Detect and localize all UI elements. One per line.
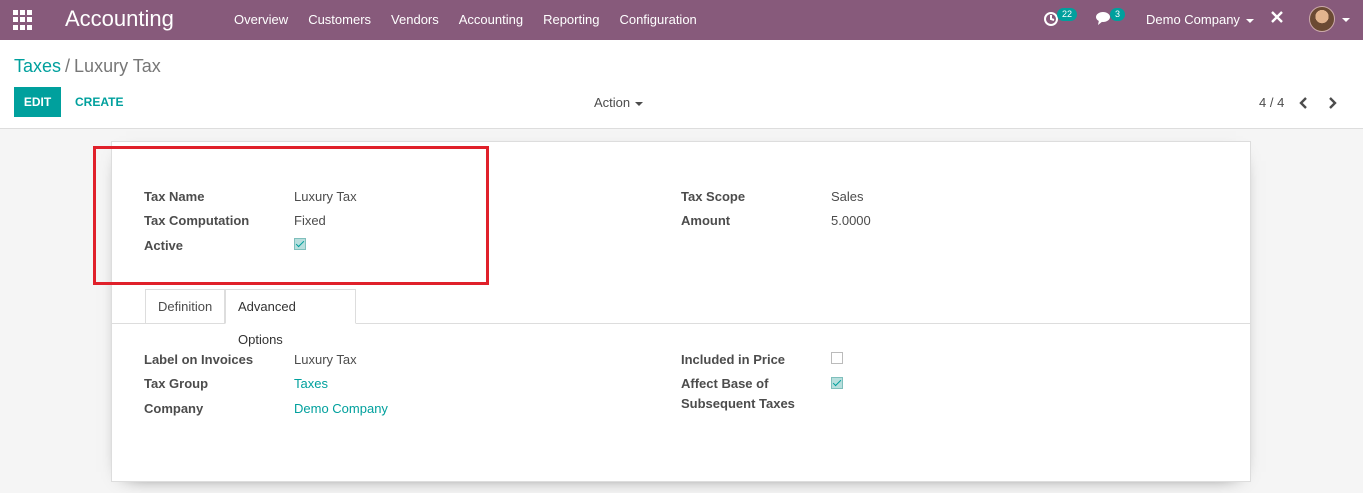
top-navbar: Accounting Overview Customers Vendors Ac… [0,0,1363,40]
tax-scope-label: Tax Scope [681,189,746,204]
app-title: Accounting [65,6,174,31]
tax-computation-label: Tax Computation [144,213,250,228]
messages-badge: 3 [1110,8,1126,21]
action-label: Action [594,95,631,110]
breadcrumb-taxes[interactable]: Taxes [14,56,61,76]
previous-record-button[interactable] [1299,92,1309,115]
menu-overview[interactable]: Overview [234,12,288,27]
apps-grid-icon[interactable] [13,10,33,30]
menu-accounting[interactable]: Accounting [459,12,523,27]
affect-base-label-line1: Affect Base of [681,376,769,391]
menu-customers[interactable]: Customers [308,12,371,27]
tax-computation-value: Fixed [294,213,326,228]
tax-name-label: Tax Name [144,189,205,204]
label-on-invoices-value: Luxury Tax [294,352,357,367]
caret-down-icon [635,101,644,106]
user-avatar[interactable] [1309,6,1335,32]
next-record-button[interactable] [1327,92,1337,115]
tax-scope-value: Sales [831,189,864,204]
company-name: Demo Company [1146,12,1240,27]
breadcrumb: Taxes / Luxury Tax [14,56,161,77]
messages-button[interactable]: 3 [1096,8,1126,29]
breadcrumb-current: Luxury Tax [74,56,161,76]
chevron-left-icon [1299,97,1307,109]
company-link[interactable]: Demo Company [294,401,388,416]
pager-value[interactable]: 4 / 4 [1259,95,1284,110]
menu-vendors[interactable]: Vendors [391,12,439,27]
chevron-right-icon [1329,97,1337,109]
active-checkbox [294,238,306,250]
affect-base-checkbox [831,377,843,389]
edit-button[interactable]: EDIT [14,87,61,117]
create-button[interactable]: CREATE [75,87,123,117]
affect-base-label-line2: Subsequent Taxes [681,396,795,411]
menu-configuration[interactable]: Configuration [619,12,696,27]
company-label: Company [144,401,204,416]
action-dropdown[interactable]: Action [594,95,644,110]
control-panel: Taxes / Luxury Tax EDIT CREATE Action 4 / … [0,40,1363,129]
tax-group-link[interactable]: Taxes [294,376,328,391]
included-in-price-label: Included in Price [681,352,786,367]
company-switcher[interactable]: Demo Company [1146,12,1254,27]
tab-definition[interactable]: Definition [145,289,225,324]
activity-button[interactable]: 22 [1043,8,1078,30]
tax-name-value: Luxury Tax [294,189,357,204]
caret-down-icon [1245,18,1254,23]
label-on-invoices-label: Label on Invoices [144,352,254,367]
amount-value: 5.0000 [831,213,871,228]
main-menu: Overview Customers Vendors Accounting Re… [234,12,717,27]
included-in-price-checkbox [831,352,843,364]
tab-advanced-options[interactable]: Advanced Options [225,289,356,347]
active-label: Active [144,238,184,253]
debug-tools-icon[interactable] [1270,10,1284,29]
breadcrumb-separator: / [65,56,71,76]
caret-down-icon[interactable] [1342,18,1350,22]
form-sheet: Tax Name Luxury Tax Tax Computation Fixe… [111,141,1251,482]
amount-label: Amount [681,213,731,228]
tax-group-label: Tax Group [144,376,209,391]
menu-reporting[interactable]: Reporting [543,12,599,27]
activity-badge: 22 [1057,8,1078,21]
